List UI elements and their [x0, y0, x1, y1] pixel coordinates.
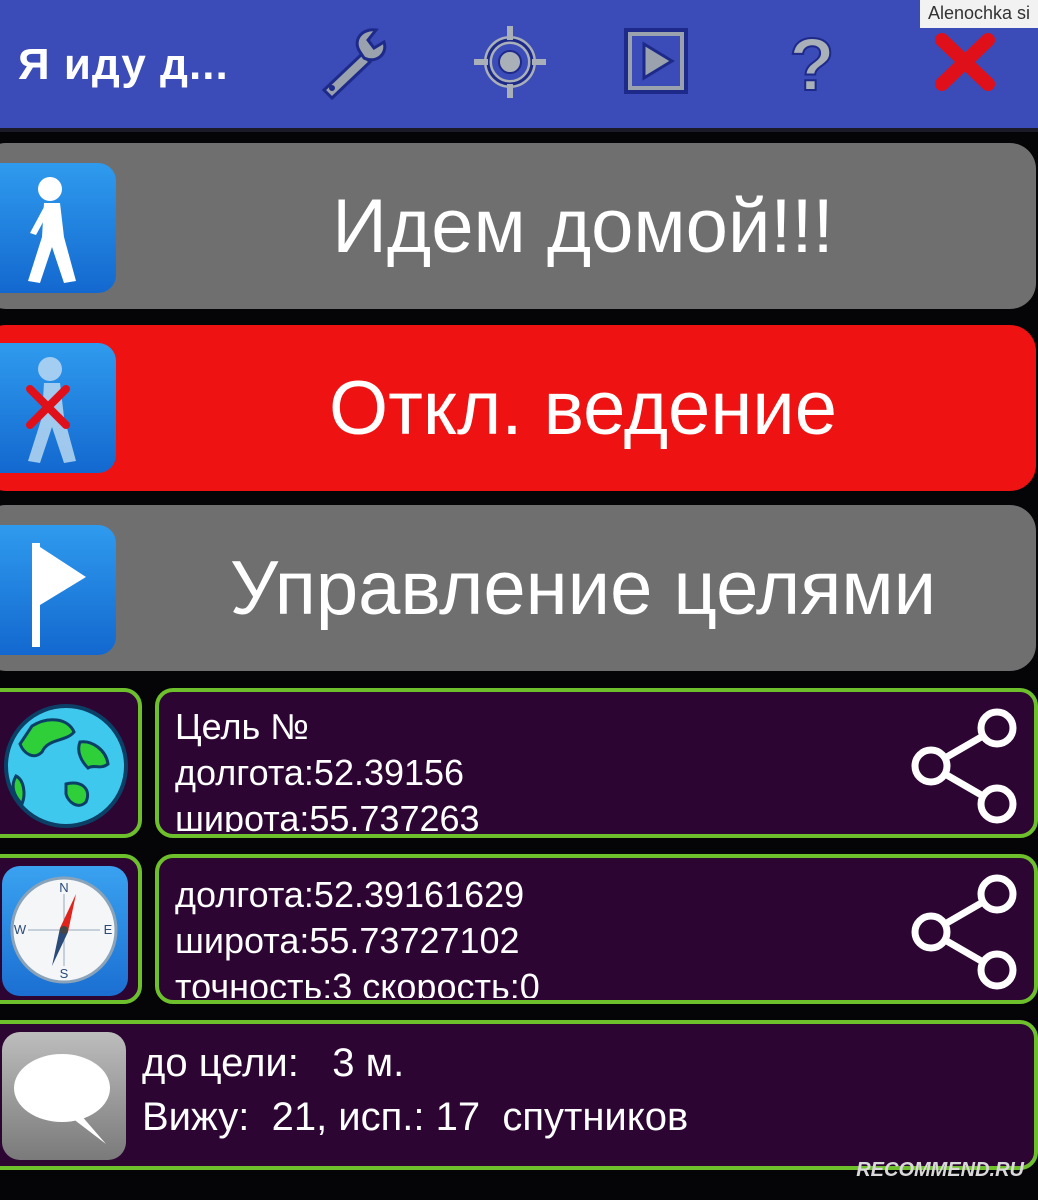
svg-text:E: E — [104, 922, 113, 937]
globe-icon — [0, 698, 132, 837]
manage-targets-button[interactable]: Управление целями — [0, 505, 1036, 671]
target-number: Цель № — [175, 706, 309, 747]
manage-targets-label: Управление целями — [229, 545, 937, 631]
help-icon[interactable]: ? — [782, 22, 842, 107]
target-panel[interactable]: Цель № долгота:52.39156 широта:55.737263 — [155, 688, 1038, 838]
gps-accuracy-speed: точность:3 скорость:0 — [175, 966, 540, 998]
target-longitude: долгота:52.39156 — [175, 752, 465, 793]
gps-panel[interactable]: долгота:52.39161629 широта:55.73727102 т… — [155, 854, 1038, 1004]
watermark-bottom: RECOMMEND.RU — [856, 1159, 1024, 1181]
compass-tile: N S W E — [0, 854, 142, 1004]
gps-longitude: долгота:52.39161629 — [175, 874, 525, 915]
share-icon[interactable] — [907, 704, 1023, 831]
share-icon[interactable] — [907, 870, 1023, 997]
wrench-icon[interactable] — [312, 22, 402, 107]
distance-to-target: до цели: 3 м. — [142, 1041, 405, 1085]
svg-text:S: S — [60, 966, 69, 981]
go-home-label: Идем домой!!! — [332, 183, 834, 269]
play-icon[interactable] — [620, 22, 692, 107]
status-text: до цели: 3 м. Вижу: 21, исп.: 17 спутник… — [142, 1036, 688, 1144]
close-icon[interactable] — [930, 22, 1000, 107]
svg-text:W: W — [14, 922, 27, 937]
target-panel-text: Цель № долгота:52.39156 широта:55.737263 — [175, 704, 875, 832]
guidance-off-button[interactable]: Откл. ведение — [0, 325, 1036, 491]
gps-latitude: широта:55.73727102 — [175, 920, 520, 961]
watermark-top: Alenochka si — [919, 0, 1038, 28]
guidance-off-label: Откл. ведение — [328, 365, 838, 451]
target-latitude: широта:55.737263 — [175, 798, 480, 832]
app-title: Я иду д... — [18, 40, 229, 89]
compass-icon: N S W E — [2, 866, 128, 996]
speech-bubble-icon — [2, 1032, 126, 1160]
svg-text:N: N — [59, 880, 68, 895]
gps-panel-text: долгота:52.39161629 широта:55.73727102 т… — [175, 872, 875, 998]
go-home-button[interactable]: Идем домой!!! — [0, 143, 1036, 309]
satellites-count: Вижу: 21, исп.: 17 спутников — [142, 1095, 689, 1139]
action-bar: Я иду д... ? — [0, 0, 1038, 132]
crosshair-icon[interactable] — [470, 22, 550, 107]
globe-tile — [0, 688, 142, 838]
status-panel: до цели: 3 м. Вижу: 21, исп.: 17 спутник… — [0, 1020, 1038, 1170]
svg-text:?: ? — [789, 23, 834, 102]
